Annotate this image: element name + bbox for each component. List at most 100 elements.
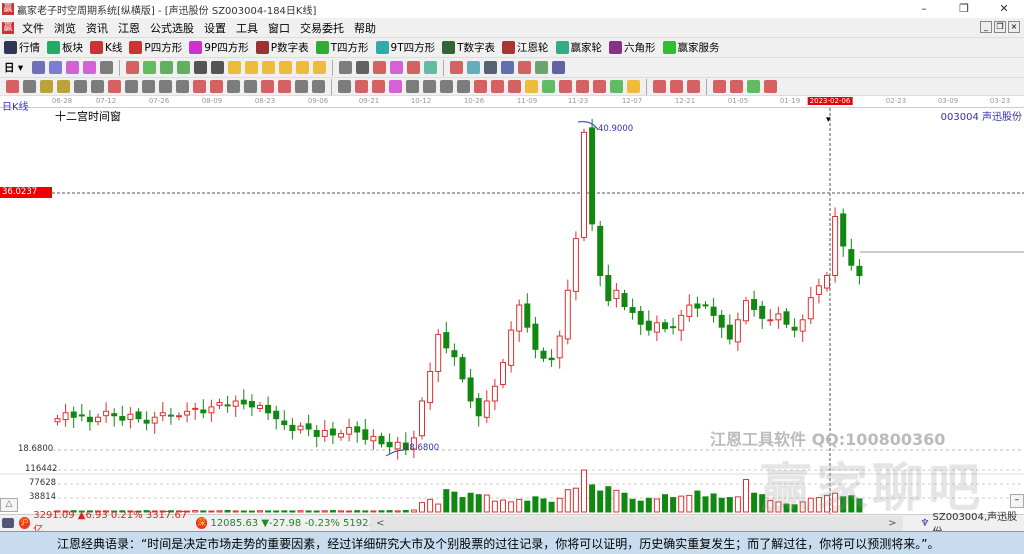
mdi-restore-button[interactable]: ❐ (994, 21, 1006, 33)
minimize-button[interactable]: – (904, 0, 944, 18)
toolbar-button[interactable]: 赢家服务 (662, 40, 720, 55)
menu-item[interactable]: 浏览 (49, 20, 81, 36)
tool-icon[interactable] (245, 61, 259, 74)
tool-icon[interactable] (176, 80, 189, 93)
tool-icon[interactable] (559, 80, 572, 93)
toolbar-button[interactable]: 9T四方形 (375, 40, 435, 55)
tool-icon[interactable] (295, 80, 308, 93)
toolbar-button[interactable]: P数字表 (255, 40, 309, 55)
tool-icon[interactable] (100, 61, 114, 74)
tool-icon[interactable] (474, 80, 487, 93)
tool-icon[interactable] (355, 80, 368, 93)
tool-icon[interactable] (670, 80, 683, 93)
tool-icon[interactable] (747, 80, 760, 93)
tool-icon[interactable] (542, 80, 555, 93)
menu-item[interactable]: 设置 (199, 20, 231, 36)
tool-icon[interactable] (228, 61, 242, 74)
tool-icon[interactable] (508, 80, 521, 93)
tool-icon[interactable] (356, 61, 370, 74)
menu-item[interactable]: 资讯 (81, 20, 113, 36)
tool-icon[interactable] (518, 61, 532, 74)
tool-icon[interactable] (491, 80, 504, 93)
shenzhen-index[interactable]: 12085.63 ▼-27.98 -0.23% 5192.27 (210, 518, 370, 529)
menu-item[interactable]: 交易委托 (295, 20, 349, 36)
tool-icon[interactable] (338, 80, 351, 93)
tool-icon[interactable] (627, 80, 640, 93)
expand-panel-button[interactable]: △ (0, 498, 18, 512)
tool-icon[interactable] (227, 80, 240, 93)
scroll-right-button[interactable]: > (888, 518, 896, 529)
tool-icon[interactable] (40, 80, 53, 93)
tool-icon[interactable] (457, 80, 470, 93)
tool-icon[interactable] (210, 80, 223, 93)
tool-icon[interactable] (23, 80, 36, 93)
menu-item[interactable]: 帮助 (349, 20, 381, 36)
tool-icon[interactable] (467, 61, 481, 74)
maximize-button[interactable]: ❐ (944, 0, 984, 18)
tool-icon[interactable] (423, 80, 436, 93)
toolbar-button[interactable]: 江恩轮 (502, 40, 549, 55)
menu-item[interactable]: 公式选股 (145, 20, 199, 36)
horizontal-scrollbar[interactable]: < > (370, 515, 903, 531)
tool-icon[interactable] (279, 61, 293, 74)
tool-icon[interactable] (177, 61, 191, 74)
menu-item[interactable]: 江恩 (113, 20, 145, 36)
tool-icon[interactable] (126, 61, 140, 74)
tool-icon[interactable] (406, 80, 419, 93)
tool-icon[interactable] (407, 61, 421, 74)
tool-icon[interactable] (373, 61, 387, 74)
tool-icon[interactable] (159, 80, 172, 93)
tool-icon[interactable] (74, 80, 87, 93)
menu-item[interactable]: 工具 (231, 20, 263, 36)
tool-icon[interactable] (6, 80, 19, 93)
tool-icon[interactable] (296, 61, 310, 74)
tool-icon[interactable] (389, 80, 402, 93)
tool-icon[interactable] (211, 61, 225, 74)
menu-item[interactable]: 文件 (17, 20, 49, 36)
tool-icon[interactable] (193, 80, 206, 93)
kline-chart[interactable]: ▾ 十二宫时间窗 003004 声迅股份 36.0237 18.6800 40.… (0, 108, 1024, 519)
tool-icon[interactable] (262, 61, 276, 74)
toolbar-button[interactable]: 板块 (47, 40, 83, 55)
toolbar-button[interactable]: 赢家轮 (555, 40, 602, 55)
tool-icon[interactable] (312, 80, 325, 93)
tool-icon[interactable] (339, 61, 353, 74)
mdi-close-button[interactable]: × (1008, 21, 1020, 33)
tool-icon[interactable] (440, 80, 453, 93)
tool-icon[interactable] (576, 80, 589, 93)
tool-icon[interactable] (83, 61, 97, 74)
period-dropdown[interactable]: 日 ▾ (4, 60, 23, 75)
tool-icon[interactable] (424, 61, 438, 74)
tool-icon[interactable] (244, 80, 257, 93)
toolbar-button[interactable]: P四方形 (129, 40, 182, 55)
tool-icon[interactable] (108, 80, 121, 93)
tool-icon[interactable] (278, 80, 291, 93)
tool-icon[interactable] (49, 61, 63, 74)
tool-icon[interactable] (610, 80, 623, 93)
tool-icon[interactable] (730, 80, 743, 93)
toolbar-button[interactable]: 9P四方形 (189, 40, 249, 55)
tool-icon[interactable] (66, 61, 80, 74)
tool-icon[interactable] (552, 61, 566, 74)
tool-icon[interactable] (125, 80, 138, 93)
toolbar-button[interactable]: 行情 (4, 40, 40, 55)
tool-icon[interactable] (32, 61, 46, 74)
tool-icon[interactable] (764, 80, 777, 93)
tool-icon[interactable] (687, 80, 700, 93)
toolbar-button[interactable]: 六角形 (609, 40, 656, 55)
tool-icon[interactable] (593, 80, 606, 93)
toolbar-button[interactable]: K线 (90, 40, 122, 55)
tool-icon[interactable] (372, 80, 385, 93)
tool-icon[interactable] (535, 61, 549, 74)
tool-icon[interactable] (261, 80, 274, 93)
tool-icon[interactable] (450, 61, 464, 74)
tool-icon[interactable] (143, 61, 157, 74)
close-button[interactable]: ✕ (984, 0, 1024, 18)
keyboard-icon[interactable] (2, 518, 14, 528)
tool-icon[interactable] (57, 80, 70, 93)
tool-icon[interactable] (91, 80, 104, 93)
toolbar-button[interactable]: T数字表 (442, 40, 495, 55)
tool-icon[interactable] (390, 61, 404, 74)
tool-icon[interactable] (525, 80, 538, 93)
tool-icon[interactable] (484, 61, 498, 74)
